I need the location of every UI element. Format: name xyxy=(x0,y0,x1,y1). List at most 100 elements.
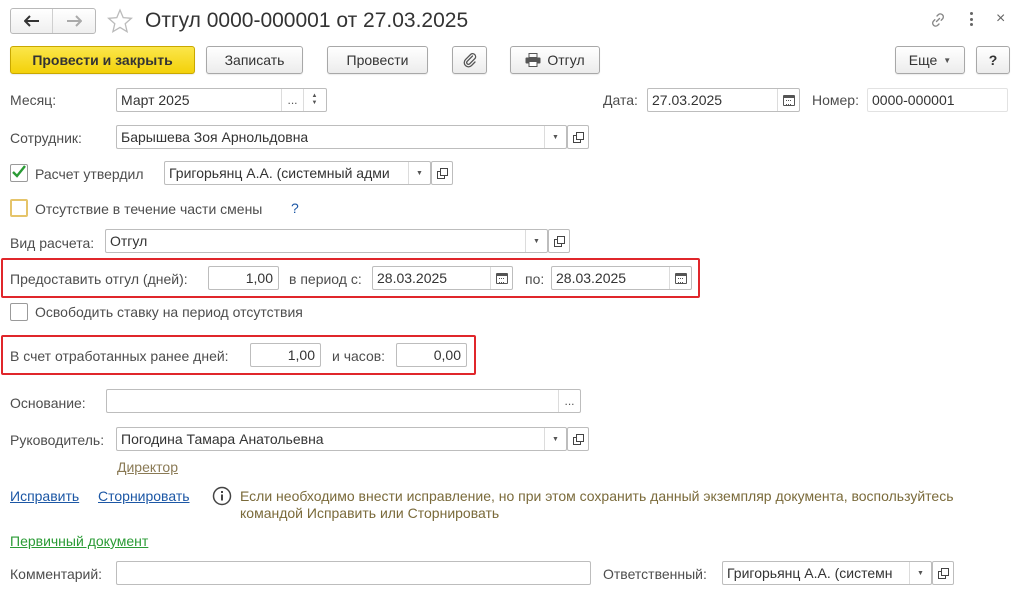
chevron-down-icon: ▼ xyxy=(533,237,540,245)
approved-value: Григорьянц А.А. (системный адми xyxy=(169,165,390,181)
responsible-label: Ответственный: xyxy=(603,566,707,582)
grant-from-field[interactable]: 28.03.2025 xyxy=(372,266,513,290)
responsible-dropdown-button[interactable]: ▼ xyxy=(909,562,931,584)
calendar-icon xyxy=(782,94,795,106)
open-form-icon xyxy=(937,567,949,579)
grant-to-calendar-button[interactable] xyxy=(669,267,691,289)
post-button[interactable]: Провести xyxy=(327,46,428,74)
primary-document-link[interactable]: Первичный документ xyxy=(10,533,148,549)
grant-from-value: 28.03.2025 xyxy=(377,270,448,286)
approved-checkbox[interactable] xyxy=(10,164,28,182)
worked-days-value: 1,00 xyxy=(287,347,315,363)
employee-field[interactable]: Барышева Зоя Арнольдовна ▼ xyxy=(116,125,567,149)
back-button[interactable] xyxy=(11,9,53,33)
window-title: Отгул 0000-000001 от 27.03.2025 xyxy=(145,9,469,32)
open-form-icon xyxy=(436,167,448,179)
grant-to-label: по: xyxy=(525,271,545,287)
number-value: 0000-000001 xyxy=(872,92,955,108)
forward-button[interactable] xyxy=(53,9,95,33)
partial-absence-help-icon[interactable]: ? xyxy=(291,200,299,216)
manager-open-button[interactable] xyxy=(567,427,589,451)
basis-select-button[interactable]: ... xyxy=(558,390,580,412)
checkmark-icon xyxy=(12,165,26,178)
responsible-field[interactable]: Григорьянц А.А. (системн ▼ xyxy=(722,561,932,585)
close-icon[interactable]: × xyxy=(996,9,1005,29)
employee-value: Барышева Зоя Арнольдовна xyxy=(121,129,309,145)
nav-button-group xyxy=(10,8,96,34)
manager-position-link[interactable]: Директор xyxy=(117,459,178,475)
reverse-link[interactable]: Сторнировать xyxy=(98,488,190,504)
grant-days-value: 1,00 xyxy=(245,270,273,286)
approved-open-button[interactable] xyxy=(431,161,453,185)
favorite-star-icon[interactable] xyxy=(107,8,133,34)
month-field[interactable]: Март 2025 ... ▲ ▼ xyxy=(116,88,327,112)
employee-open-button[interactable] xyxy=(567,125,589,149)
responsible-open-button[interactable] xyxy=(932,561,954,585)
month-label: Месяц: xyxy=(10,92,57,108)
calc-type-open-button[interactable] xyxy=(548,229,570,253)
worked-days-field[interactable]: 1,00 xyxy=(250,343,321,367)
calendar-icon xyxy=(495,272,508,284)
employee-dropdown-button[interactable]: ▼ xyxy=(544,126,566,148)
basis-label: Основание: xyxy=(10,395,86,411)
chevron-down-icon: ▼ xyxy=(552,133,559,141)
arrow-left-icon xyxy=(23,15,39,27)
approved-field[interactable]: Григорьянц А.А. (системный адми ▼ xyxy=(164,161,431,185)
approved-dropdown-button[interactable]: ▼ xyxy=(408,162,430,184)
link-icon[interactable] xyxy=(930,12,946,28)
save-button[interactable]: Записать xyxy=(206,46,303,74)
responsible-value: Григорьянц А.А. (системн xyxy=(727,565,893,581)
info-icon xyxy=(212,486,232,506)
date-value: 27.03.2025 xyxy=(652,92,723,108)
up-icon: ▲ xyxy=(311,93,318,99)
info-text-line1: Если необходимо внести исправление, но п… xyxy=(240,488,954,504)
grant-days-label: Предоставить отгул (дней): xyxy=(10,271,188,287)
manager-dropdown-button[interactable]: ▼ xyxy=(544,428,566,450)
post-and-close-button[interactable]: Провести и закрыть xyxy=(10,46,195,74)
fix-link[interactable]: Исправить xyxy=(10,488,79,504)
manager-label: Руководитель: xyxy=(10,432,105,448)
approved-label: Расчет утвердил xyxy=(35,166,144,182)
chevron-down-icon: ▼ xyxy=(917,569,924,577)
basis-field[interactable]: ... xyxy=(106,389,581,413)
employee-label: Сотрудник: xyxy=(10,130,82,146)
grant-to-value: 28.03.2025 xyxy=(556,270,627,286)
partial-absence-checkbox[interactable] xyxy=(10,199,28,217)
month-value: Март 2025 xyxy=(121,92,190,108)
open-form-icon xyxy=(553,235,565,247)
number-field[interactable]: 0000-000001 xyxy=(867,88,1008,112)
open-form-icon xyxy=(572,131,584,143)
partial-absence-label: Отсутствие в течение части смены xyxy=(35,201,263,217)
month-stepper[interactable]: ▲ ▼ xyxy=(303,89,325,111)
arrow-right-icon xyxy=(67,15,82,27)
attach-button[interactable] xyxy=(452,46,487,74)
grant-days-field[interactable]: 1,00 xyxy=(208,266,279,290)
number-label: Номер: xyxy=(812,92,859,108)
more-label: Еще xyxy=(908,52,938,68)
date-field[interactable]: 27.03.2025 xyxy=(647,88,800,112)
grant-from-calendar-button[interactable] xyxy=(490,267,512,289)
calc-type-field[interactable]: Отгул ▼ xyxy=(105,229,548,253)
print-label: Отгул xyxy=(547,52,585,68)
free-rate-checkbox[interactable] xyxy=(10,303,28,321)
calendar-icon xyxy=(674,272,687,284)
grant-to-field[interactable]: 28.03.2025 xyxy=(551,266,692,290)
calc-type-label: Вид расчета: xyxy=(10,235,95,251)
month-select-button[interactable]: ... xyxy=(281,89,303,111)
calc-type-dropdown-button[interactable]: ▼ xyxy=(525,230,547,252)
worked-hours-field[interactable]: 0,00 xyxy=(396,343,467,367)
manager-value: Погодина Тамара Анатольевна xyxy=(121,431,324,447)
manager-field[interactable]: Погодина Тамара Анатольевна ▼ xyxy=(116,427,567,451)
paperclip-icon xyxy=(463,53,476,68)
free-rate-label: Освободить ставку на период отсутствия xyxy=(35,304,303,320)
worked-days-label: В счет отработанных ранее дней: xyxy=(10,348,229,364)
print-button[interactable]: Отгул xyxy=(510,46,600,74)
open-form-icon xyxy=(572,433,584,445)
more-button[interactable]: Еще ▼ xyxy=(895,46,965,74)
more-vert-icon[interactable] xyxy=(966,10,976,28)
info-text-line2: командой Исправить или Сторнировать xyxy=(240,505,500,521)
date-calendar-button[interactable] xyxy=(777,89,799,111)
comment-field[interactable] xyxy=(116,561,591,585)
chevron-down-icon: ▼ xyxy=(416,169,423,177)
help-button[interactable]: ? xyxy=(976,46,1010,74)
